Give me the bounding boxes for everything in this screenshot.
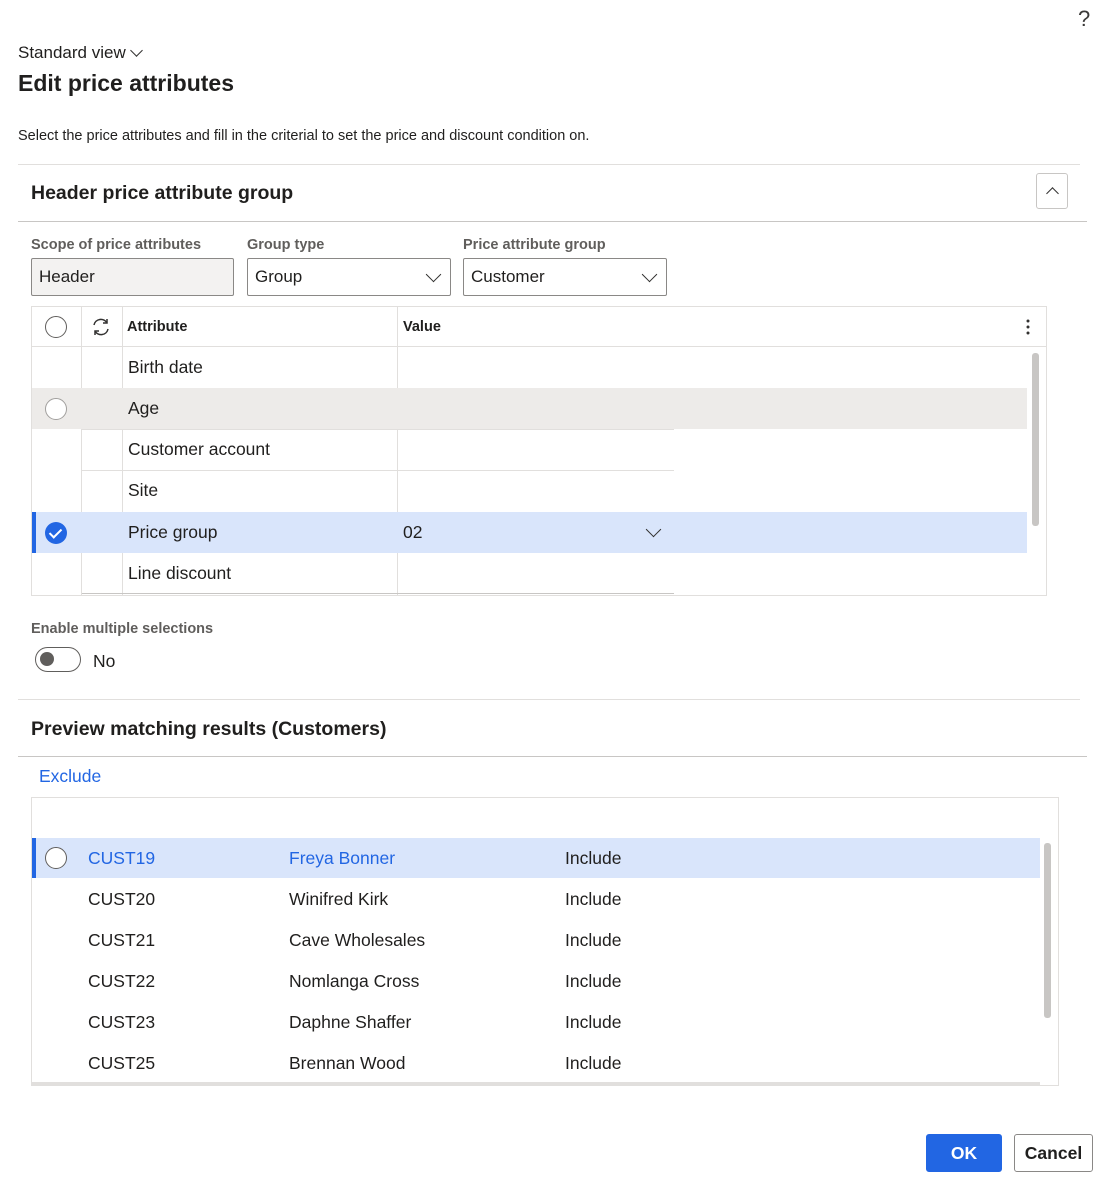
status-cell: Include	[565, 847, 622, 868]
chevron-down-icon	[129, 44, 143, 57]
customer-name-cell: Daphne Shaffer	[289, 1011, 412, 1032]
selection-indicator	[32, 512, 36, 553]
grid-row-selected[interactable]: Price group 02	[32, 512, 1027, 553]
customer-id-cell: CUST23	[88, 1011, 156, 1032]
page-title: Edit price attributes	[18, 70, 234, 96]
column-header-value[interactable]: Value	[403, 307, 441, 347]
chevron-down-icon	[645, 521, 662, 538]
price-attribute-group-value: Customer	[471, 267, 545, 286]
refresh-glyph	[93, 318, 109, 336]
radio-icon	[45, 397, 67, 420]
view-selector[interactable]: Standard view	[18, 43, 143, 63]
page-description: Select the price attributes and fill in …	[18, 128, 590, 144]
scope-field: Header	[31, 258, 234, 296]
attribute-cell: Age	[128, 398, 160, 418]
section-divider	[18, 756, 1087, 757]
value-dropdown[interactable]	[645, 512, 663, 553]
preview-section-title: Preview matching results (Customers)	[31, 718, 387, 740]
cancel-button[interactable]: Cancel	[1014, 1134, 1093, 1172]
customer-id-link[interactable]: CUST19	[88, 838, 155, 878]
multi-select-toggle[interactable]	[35, 647, 81, 672]
help-icon[interactable]: ?	[1078, 6, 1090, 32]
multi-select-label: Enable multiple selections	[31, 621, 214, 637]
customer-name-cell: Cave Wholesales	[289, 929, 426, 950]
vertical-scrollbar[interactable]	[1032, 353, 1039, 526]
ok-button[interactable]: OK	[926, 1134, 1002, 1172]
chevron-down-icon	[641, 266, 658, 282]
scope-label: Scope of price attributes	[31, 237, 202, 253]
row-divider	[82, 593, 674, 594]
group-type-value: Group	[255, 267, 303, 286]
toggle-knob	[40, 652, 54, 666]
refresh-icon[interactable]	[90, 307, 112, 347]
row-select-radio[interactable]	[45, 838, 67, 878]
multi-select-value: No	[93, 651, 116, 671]
group-type-dropdown[interactable]: Group	[247, 258, 451, 296]
chevron-up-icon	[1045, 187, 1059, 200]
price-attribute-group-dropdown[interactable]: Customer	[463, 258, 667, 296]
grid-row[interactable]: Age	[32, 388, 1027, 429]
view-label: Standard view	[18, 43, 126, 62]
status-cell: Include	[565, 929, 622, 950]
column-header-attribute[interactable]: Attribute	[127, 307, 187, 347]
status-cell: Include	[565, 888, 622, 909]
customer-name-cell: Brennan Wood	[289, 1052, 406, 1073]
horizontal-scrollbar[interactable]	[32, 1082, 1040, 1085]
grid-header: Attribute Value	[32, 307, 1046, 347]
result-row[interactable]: CUST20 Winifred Kirk Include	[32, 879, 1040, 919]
customer-name-cell: Nomlanga Cross	[289, 970, 420, 991]
result-row[interactable]: CUST21 Cave Wholesales Include	[32, 920, 1040, 960]
more-options-icon[interactable]	[1026, 307, 1030, 347]
vertical-dots-glyph	[1026, 319, 1030, 335]
grid-row[interactable]: Site	[32, 470, 1027, 511]
collapse-section-button[interactable]	[1036, 173, 1068, 209]
customer-name-link[interactable]: Freya Bonner	[289, 838, 395, 878]
customer-name-cell: Winifred Kirk	[289, 888, 389, 909]
grid-row[interactable]: Customer account	[32, 429, 1027, 470]
result-row[interactable]: CUST22 Nomlanga Cross Include	[32, 961, 1040, 1001]
result-row-selected[interactable]: CUST19 Freya Bonner Include	[32, 838, 1040, 878]
grid-row[interactable]: Birth date	[32, 347, 1027, 388]
header-section-title: Header price attribute group	[31, 182, 294, 204]
row-select-radio[interactable]	[45, 388, 67, 429]
attribute-grid: Attribute Value Birth date Age Customer …	[31, 306, 1047, 596]
chevron-down-icon	[425, 266, 442, 282]
attribute-cell: Customer account	[128, 439, 271, 459]
result-row[interactable]: CUST23 Daphne Shaffer Include	[32, 1002, 1040, 1042]
status-cell: Include	[565, 970, 622, 991]
customer-id-cell: CUST22	[88, 970, 156, 991]
checkmark-icon	[45, 521, 67, 544]
divider	[18, 699, 1080, 700]
radio-icon	[45, 316, 67, 338]
result-row[interactable]: CUST25 Brennan Wood Include	[32, 1043, 1040, 1083]
customer-id-cell: CUST20	[88, 888, 156, 909]
divider	[18, 164, 1080, 165]
selection-indicator	[32, 838, 36, 878]
attribute-cell: Price group	[128, 522, 218, 542]
grid-row[interactable]: Line discount	[32, 553, 1027, 594]
scope-value: Header	[39, 267, 95, 286]
status-cell: Include	[565, 1052, 622, 1073]
radio-icon	[45, 847, 67, 869]
select-all-radio[interactable]	[45, 307, 67, 347]
vertical-scrollbar[interactable]	[1044, 843, 1051, 1018]
attribute-cell: Line discount	[128, 563, 232, 583]
price-attribute-group-label: Price attribute group	[463, 237, 606, 253]
row-select-radio[interactable]	[45, 512, 67, 553]
value-cell[interactable]: 02	[403, 512, 422, 553]
customer-id-cell: CUST21	[88, 929, 156, 950]
status-cell: Include	[565, 1011, 622, 1032]
group-type-label: Group type	[247, 237, 325, 253]
exclude-button[interactable]: Exclude	[39, 766, 101, 787]
customer-id-cell: CUST25	[88, 1052, 156, 1073]
attribute-cell: Site	[128, 480, 159, 500]
attribute-cell: Birth date	[128, 357, 203, 377]
preview-results-grid: CUST19 Freya Bonner Include CUST20 Winif…	[31, 797, 1059, 1086]
section-divider	[18, 221, 1087, 222]
